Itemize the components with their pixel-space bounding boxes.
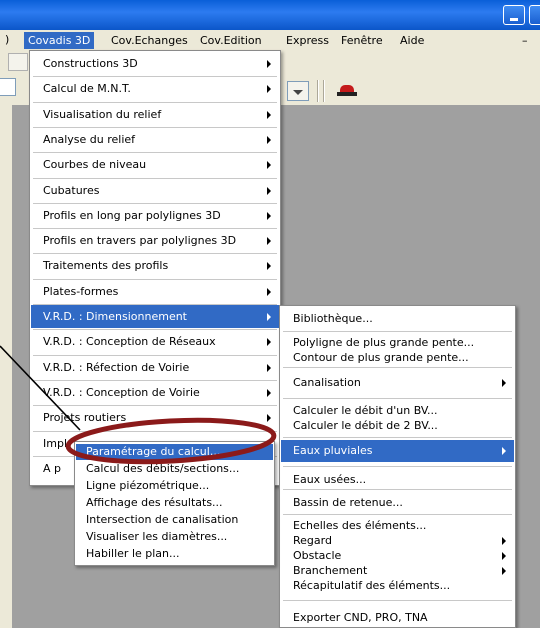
- highlight-circle-annotation: [65, 417, 277, 465]
- annotation-overlay-top: [65, 417, 277, 465]
